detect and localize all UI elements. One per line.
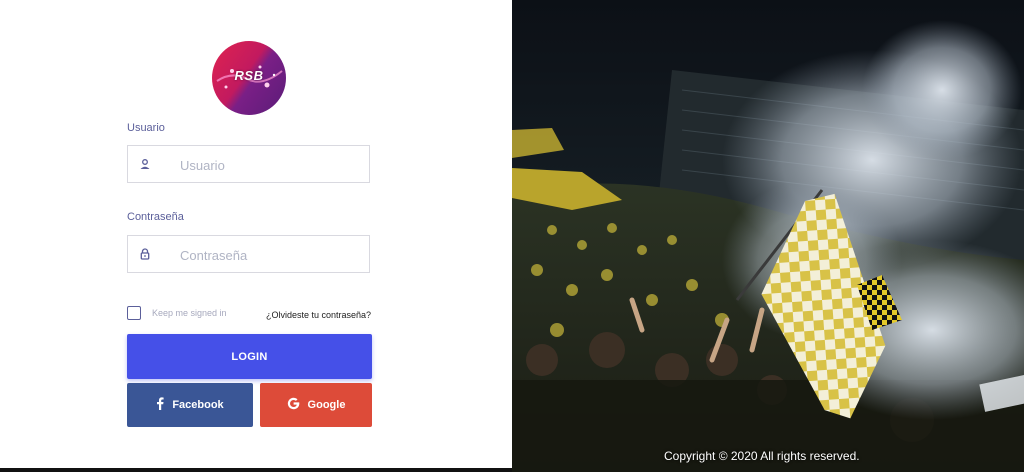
facebook-icon	[156, 397, 164, 413]
username-field-wrapper	[127, 145, 370, 183]
keep-signed-in-label[interactable]: Keep me signed in	[152, 308, 227, 318]
password-label: Contraseña	[127, 211, 184, 223]
username-input[interactable]	[178, 155, 362, 175]
facebook-label: Facebook	[172, 399, 224, 411]
keep-signed-in-checkbox[interactable]	[127, 306, 141, 320]
bottom-divider	[0, 468, 512, 472]
google-label: Google	[307, 399, 346, 411]
stadium-scene	[512, 20, 1024, 472]
user-icon	[140, 159, 150, 169]
logo-text: RSB	[234, 68, 264, 83]
brand-logo: RSB	[212, 41, 286, 115]
hero-image: Copyright © 2020 All rights reserved.	[512, 0, 1024, 472]
forgot-password-link[interactable]: ¿Olvideste tu contraseña?	[266, 310, 371, 320]
username-label: Usuario	[127, 122, 165, 134]
lock-icon	[140, 248, 150, 260]
password-field-wrapper	[127, 235, 370, 273]
password-input[interactable]	[178, 245, 362, 265]
copyright-text: Copyright © 2020 All rights reserved.	[664, 449, 860, 463]
google-icon	[287, 397, 300, 413]
google-login-button[interactable]: Google	[260, 383, 372, 427]
facebook-login-button[interactable]: Facebook	[127, 383, 253, 427]
login-panel: RSB Usuario Contraseña Keep me signed in…	[0, 0, 512, 472]
login-button[interactable]: LOGIN	[127, 334, 372, 379]
